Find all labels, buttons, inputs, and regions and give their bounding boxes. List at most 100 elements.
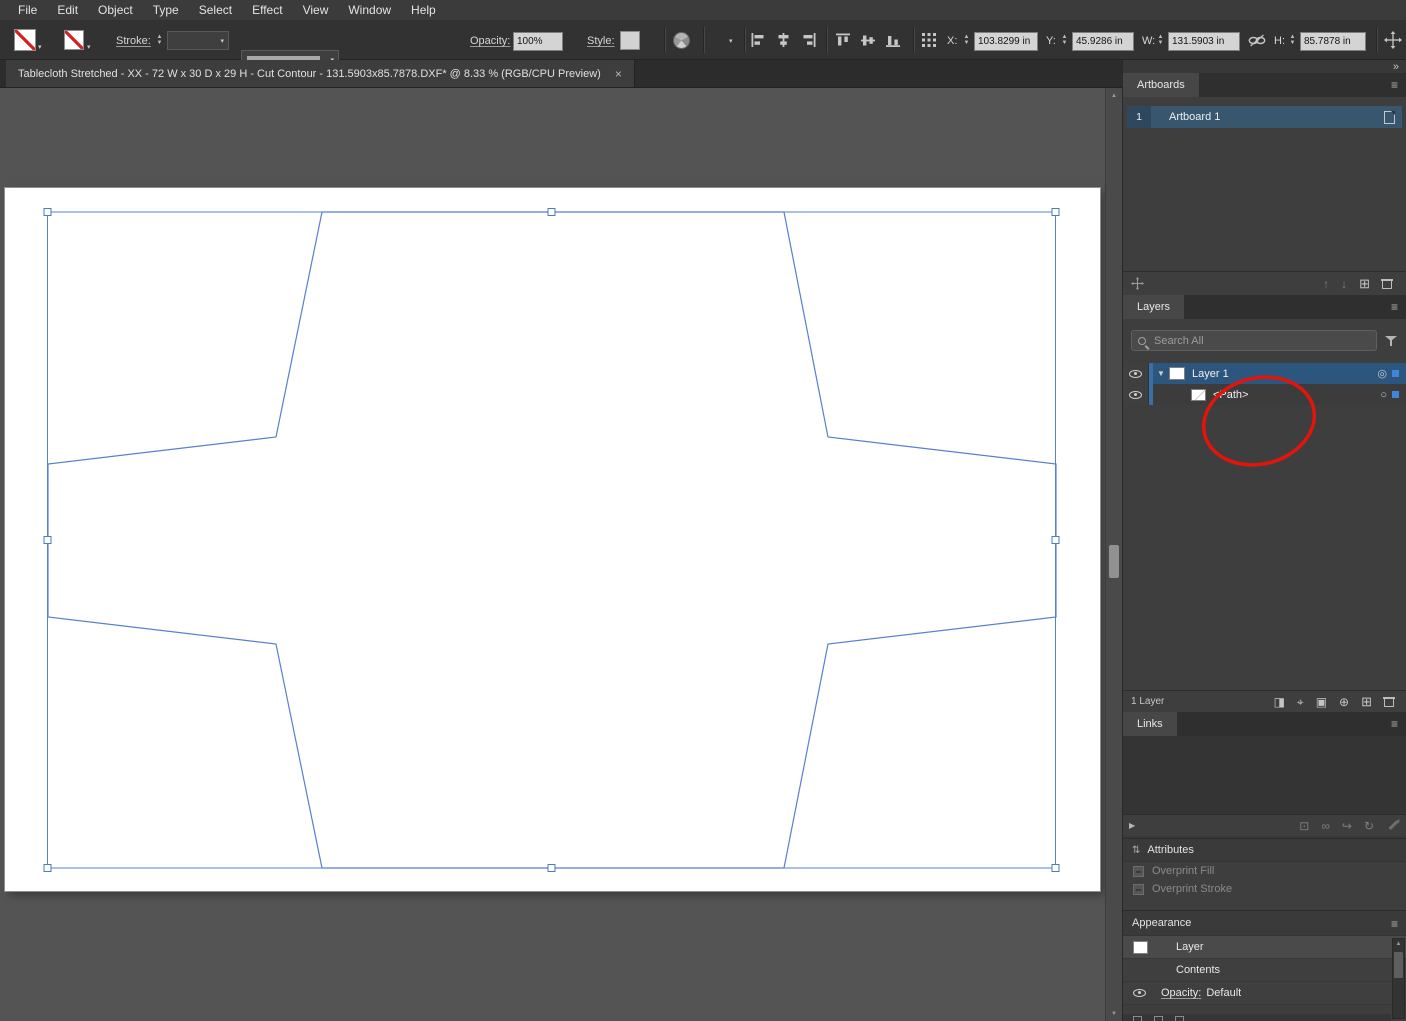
stroke-label[interactable]: Stroke: xyxy=(116,35,151,47)
go-to-link-icon[interactable]: ↪ xyxy=(1342,820,1352,832)
panel-menu-icon[interactable]: ≡ xyxy=(1391,300,1398,314)
move-artboard-down-icon[interactable]: ↓ xyxy=(1341,278,1347,290)
stroke-width-stepper[interactable]: ▲ ▼ xyxy=(155,31,164,49)
new-layer-icon[interactable]: ⊞ xyxy=(1361,695,1372,708)
stroke-swatch-chevron-icon[interactable]: ▾ xyxy=(87,44,91,51)
artboard-name[interactable]: Artboard 1 xyxy=(1151,111,1384,123)
scrollbar-thumb[interactable] xyxy=(1394,952,1403,978)
canvas-area[interactable]: ▲ ▼ xyxy=(0,88,1122,1021)
appearance-row-layer[interactable]: Layer xyxy=(1123,936,1406,959)
align-left-icon[interactable] xyxy=(751,33,766,47)
menu-file[interactable]: File xyxy=(8,3,47,17)
move-artboard-up-icon[interactable]: ↑ xyxy=(1323,278,1329,290)
chevron-down-icon[interactable]: ▾ xyxy=(729,38,733,45)
collect-for-export-icon[interactable]: ▣ xyxy=(1316,696,1327,708)
overprint-stroke-option[interactable]: Overprint Stroke xyxy=(1123,880,1406,898)
attributes-panel-header[interactable]: ⇅ Attributes xyxy=(1123,838,1406,862)
reference-point-grid-icon[interactable] xyxy=(922,33,936,47)
link-info-disclosure-icon[interactable]: ▶ xyxy=(1129,821,1135,830)
constrain-proportions-icon[interactable] xyxy=(1248,34,1266,47)
fill-swatch-chevron-icon[interactable]: ▾ xyxy=(38,44,42,51)
visibility-cell[interactable] xyxy=(1123,384,1149,405)
appearance-row-contents[interactable]: Contents xyxy=(1123,959,1406,982)
make-clipping-mask-icon[interactable]: ◨ xyxy=(1274,696,1285,708)
artboard-row[interactable]: 1 Artboard 1 xyxy=(1127,106,1402,128)
delete-artboard-icon[interactable] xyxy=(1381,278,1393,289)
scroll-up-icon[interactable]: ▲ xyxy=(1106,88,1122,103)
panel-menu-icon[interactable]: ≡ xyxy=(1391,717,1398,731)
tab-links[interactable]: Links xyxy=(1123,712,1177,736)
opacity-input[interactable] xyxy=(513,32,563,51)
layer-row[interactable]: ▼ Layer 1 ◎ xyxy=(1123,363,1406,384)
appearance-footer-icon[interactable] xyxy=(1175,1016,1184,1021)
close-tab-icon[interactable]: × xyxy=(615,68,622,80)
height-input[interactable] xyxy=(1300,32,1366,51)
layer-row-main[interactable]: ▼ Layer 1 ◎ xyxy=(1153,363,1406,384)
appearance-panel-header[interactable]: Appearance ≡ xyxy=(1123,910,1406,936)
style-label[interactable]: Style: xyxy=(587,35,615,47)
visibility-cell[interactable] xyxy=(1123,363,1149,384)
y-stepper[interactable]: ▲ ▼ xyxy=(1060,31,1069,49)
eye-icon[interactable] xyxy=(1129,369,1142,378)
checkbox-icon[interactable] xyxy=(1133,865,1144,877)
panel-menu-icon[interactable]: ≡ xyxy=(1391,78,1398,92)
align-center-vertical-icon[interactable] xyxy=(861,33,876,47)
y-position-input[interactable] xyxy=(1072,32,1134,51)
menu-select[interactable]: Select xyxy=(189,3,242,17)
expand-chevron-icon[interactable]: ▼ xyxy=(1153,369,1169,378)
x-position-input[interactable] xyxy=(974,32,1038,51)
stroke-color-swatch[interactable] xyxy=(64,30,84,50)
recolor-artwork-icon[interactable] xyxy=(673,32,690,49)
path-thumbnail[interactable] xyxy=(1191,388,1206,401)
align-top-icon[interactable] xyxy=(836,33,851,47)
layer-row[interactable]: <Path> ○ xyxy=(1123,384,1406,405)
menu-type[interactable]: Type xyxy=(143,3,189,17)
scroll-up-icon[interactable]: ▲ xyxy=(1396,939,1402,949)
menu-window[interactable]: Window xyxy=(338,3,401,17)
target-icon[interactable]: ◎ xyxy=(1377,367,1387,380)
new-sublayer-icon[interactable]: ⊕ xyxy=(1339,696,1349,708)
x-stepper[interactable]: ▲ ▼ xyxy=(962,31,971,49)
stroke-width-dropdown[interactable]: ▾ xyxy=(167,31,229,50)
overprint-fill-option[interactable]: Overprint Fill xyxy=(1123,862,1406,880)
search-input[interactable] xyxy=(1152,333,1370,348)
panel-menu-icon[interactable]: ≡ xyxy=(1391,917,1398,931)
layer-row-main[interactable]: <Path> ○ xyxy=(1153,384,1406,405)
menu-effect[interactable]: Effect xyxy=(242,3,292,17)
dock-collapse-chevron[interactable]: » xyxy=(1393,61,1399,73)
appearance-footer-icon[interactable] xyxy=(1154,1016,1163,1021)
appearance-footer-icon[interactable] xyxy=(1133,1016,1142,1021)
menu-edit[interactable]: Edit xyxy=(47,3,88,17)
canvas-vertical-scrollbar[interactable]: ▲ ▼ xyxy=(1105,88,1122,1021)
update-link-icon[interactable]: ↻ xyxy=(1364,820,1374,832)
relink-icon[interactable]: ∞ xyxy=(1321,820,1330,832)
artboard-page-icon[interactable] xyxy=(1384,110,1395,124)
layer-thumbnail[interactable] xyxy=(1169,367,1185,380)
align-bottom-icon[interactable] xyxy=(886,33,901,47)
appearance-row-opacity[interactable]: Opacity: Default xyxy=(1123,982,1406,1005)
locate-object-icon[interactable]: ⌖ xyxy=(1297,696,1304,708)
eye-icon[interactable] xyxy=(1133,989,1146,997)
path-name[interactable]: <Path> xyxy=(1213,389,1380,401)
menu-help[interactable]: Help xyxy=(401,3,446,17)
document-tab[interactable]: Tablecloth Stretched - XX - 72 W x 30 D … xyxy=(6,60,635,87)
opacity-label[interactable]: Opacity: xyxy=(470,35,510,47)
filter-icon[interactable] xyxy=(1385,335,1398,347)
w-stepper[interactable]: ▲ ▼ xyxy=(1156,31,1165,49)
selection-indicator[interactable] xyxy=(1392,391,1399,398)
scrollbar-thumb[interactable] xyxy=(1109,545,1119,578)
align-right-icon[interactable] xyxy=(801,33,816,47)
tab-layers[interactable]: Layers xyxy=(1123,295,1185,319)
width-input[interactable] xyxy=(1168,32,1240,51)
h-stepper[interactable]: ▲ ▼ xyxy=(1288,31,1297,49)
edit-original-icon[interactable] xyxy=(1388,821,1398,830)
align-center-horizontal-icon[interactable] xyxy=(776,33,791,47)
layer-name[interactable]: Layer 1 xyxy=(1192,368,1377,380)
relink-from-cc-icon[interactable]: ⊡ xyxy=(1299,820,1309,832)
style-swatch[interactable] xyxy=(620,31,640,50)
opacity-link-label[interactable]: Opacity: xyxy=(1161,987,1201,999)
eye-icon[interactable] xyxy=(1129,390,1142,399)
tab-artboards[interactable]: Artboards xyxy=(1123,73,1199,97)
checkbox-icon[interactable] xyxy=(1133,883,1144,895)
artboard[interactable] xyxy=(5,188,1100,891)
